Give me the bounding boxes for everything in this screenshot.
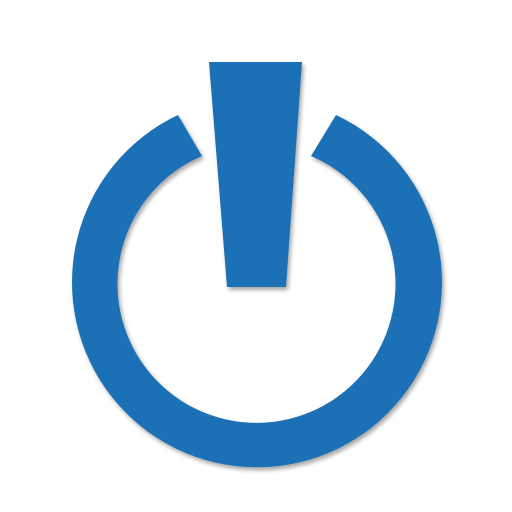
power-bar-shape (209, 62, 302, 287)
power-icon[interactable] (0, 0, 512, 512)
icon-canvas (0, 0, 512, 512)
